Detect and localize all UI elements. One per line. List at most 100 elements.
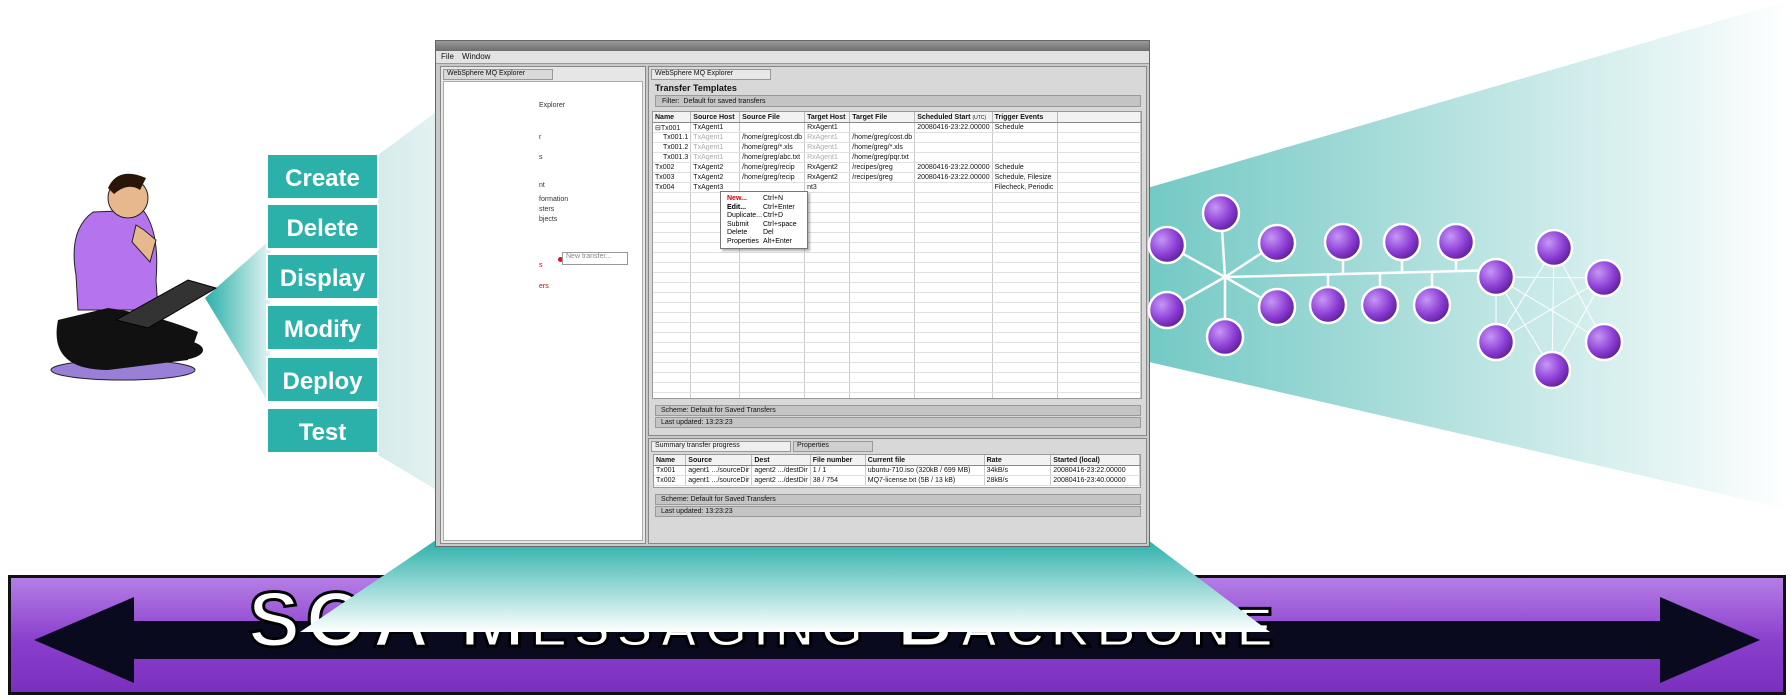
table-row[interactable]: ⊟Tx001 TxAgent1 RxAgent1 20080416-23:22.000… <box>653 122 1141 133</box>
table-cell <box>914 182 993 193</box>
templates-title: Transfer Templates <box>655 83 737 93</box>
menu-item-shortcut: Alt+Enter <box>763 237 792 245</box>
col-source-host[interactable]: Source Host <box>690 112 741 123</box>
empty-row <box>653 372 1141 383</box>
empty-row <box>653 262 1141 273</box>
tree-item[interactable]: bjects <box>539 216 557 223</box>
tree-item[interactable]: nt <box>539 182 545 189</box>
pcol-rate[interactable]: Rate <box>984 455 1052 466</box>
templates-table: Name Source Host Source File Target Host… <box>652 111 1142 399</box>
tree-item[interactable]: Explorer <box>539 102 565 109</box>
last-updated-status: Last updated: 13:23:23 <box>655 417 1141 428</box>
menu-window[interactable]: Window <box>462 52 490 61</box>
tab-mq-explorer-right[interactable]: WebSphere MQ Explorer <box>651 69 771 80</box>
last-updated-status-bottom: Last updated: 13:23:23 <box>655 506 1141 517</box>
tree-item[interactable]: r <box>539 134 541 141</box>
table-cell: Tx001.1 <box>653 132 692 143</box>
tab-properties[interactable]: Properties <box>793 441 873 452</box>
context-menu-item[interactable]: Duplicate... Ctrl+D <box>727 212 803 220</box>
tab-mq-explorer-left[interactable]: WebSphere MQ Explorer <box>443 69 553 80</box>
context-menu-item[interactable]: Properties Alt+Enter <box>727 238 803 246</box>
context-menu: New... Ctrl+N Edit... Ctrl+Enter Duplicate..… <box>720 191 808 249</box>
tree-item[interactable]: s <box>539 154 543 161</box>
table-cell <box>849 182 916 193</box>
table-cell: /home/greg/*.xls <box>849 142 916 153</box>
context-menu-item[interactable]: New... Ctrl+N <box>727 195 803 203</box>
table-cell: TxAgent1 <box>690 132 741 143</box>
modify-action[interactable]: Modify <box>266 304 379 351</box>
table-cell: Tx003 <box>653 172 692 183</box>
pcol-dest[interactable]: Dest <box>751 455 811 466</box>
progress-row[interactable]: Tx002 agent1 .../sourceDir agent2 .../dest… <box>654 475 1140 486</box>
transfer-progress-pane: Summary transfer progress Properties Nam… <box>648 438 1147 544</box>
window-titlebar[interactable] <box>436 41 1149 51</box>
table-cell: RxAgent1 <box>804 132 851 143</box>
pcol-started[interactable]: Started (local) <box>1050 455 1140 466</box>
display-action[interactable]: Display <box>266 253 379 300</box>
create-action[interactable]: Create <box>266 153 379 200</box>
person-with-laptop-illustration <box>50 173 218 381</box>
tree-item[interactable]: formation <box>539 196 568 203</box>
tree-item[interactable]: ers <box>539 283 549 290</box>
progress-row[interactable]: Tx001 agent1 .../sourceDir agent2 .../dest… <box>654 465 1140 476</box>
new-transfer-input[interactable]: New transfer... <box>562 252 628 265</box>
context-menu-item[interactable]: Submit Ctrl+space <box>727 221 803 229</box>
mq-explorer-window: File Window WebSphere MQ Explorer Explor… <box>435 40 1150 547</box>
pcol-source[interactable]: Source <box>685 455 753 466</box>
delete-action[interactable]: Delete <box>266 203 379 250</box>
progress-cell: 38 / 754 <box>810 475 866 486</box>
progress-cell: agent1 .../sourceDir <box>685 475 753 486</box>
table-cell <box>1057 122 1141 133</box>
table-cell: TxAgent1 <box>690 142 741 153</box>
table-row[interactable]: Tx002 TxAgent2/home/greg/recip RxAgent2/re… <box>653 162 1141 173</box>
table-cell <box>849 122 916 133</box>
filter-value: Default for saved transfers <box>683 98 766 105</box>
filter-bar[interactable]: Filter: Default for saved transfers <box>655 95 1141 107</box>
menu-item-shortcut: Ctrl+D <box>763 212 784 219</box>
col-target-file[interactable]: Target File <box>849 112 916 123</box>
context-menu-item[interactable]: Edit... Ctrl+Enter <box>727 204 803 212</box>
table-cell <box>914 132 993 143</box>
progress-cell: Tx001 <box>654 465 687 476</box>
table-row[interactable]: Tx001.2 TxAgent1/home/greg/*.xls RxAgent1/… <box>653 142 1141 153</box>
menu-item-label: Duplicate... <box>727 212 763 219</box>
context-menu-item[interactable]: Delete Del <box>727 229 803 237</box>
table-cell: RxAgent1 <box>804 142 851 153</box>
table-cell: TxAgent1 <box>690 122 741 133</box>
progress-cell: 20080416-23:40.00000 <box>1050 475 1140 486</box>
pcol-file-number[interactable]: File number <box>810 455 866 466</box>
table-cell: 20080416-23:22.00000 <box>914 122 993 133</box>
transfer-templates-pane: WebSphere MQ Explorer Transfer Templates… <box>648 66 1147 436</box>
tree-item[interactable]: s <box>539 262 543 269</box>
empty-row <box>653 332 1141 343</box>
empty-row <box>653 252 1141 263</box>
menu-item-shortcut: Del <box>763 229 774 236</box>
col-source-file[interactable]: Source File <box>739 112 806 123</box>
table-cell: /home/greg/abc.txt <box>739 152 806 163</box>
test-action[interactable]: Test <box>266 407 379 454</box>
progress-cell: ubuntu-710.iso (320kB / 699 MB) <box>865 465 985 476</box>
table-row[interactable]: Tx001.1 TxAgent1/home/greg/cost.db RxAgent… <box>653 132 1141 143</box>
col-name[interactable]: Name <box>653 112 692 123</box>
table-row[interactable]: Tx003 TxAgent2/home/greg/recip RxAgent2/re… <box>653 172 1141 183</box>
table-cell: RxAgent1 <box>804 152 851 163</box>
progress-cell: 34kB/s <box>984 465 1052 476</box>
table-cell <box>1057 152 1141 163</box>
tab-summary-progress[interactable]: Summary transfer progress <box>651 441 791 452</box>
col-scheduled-start[interactable]: Scheduled Start (UTC) <box>914 112 993 123</box>
empty-row <box>653 362 1141 373</box>
table-cell: TxAgent1 <box>690 152 741 163</box>
pcol-current-file[interactable]: Current file <box>865 455 985 466</box>
tree-item[interactable]: sters <box>539 206 554 213</box>
table-row[interactable]: Tx001.3 TxAgent1/home/greg/abc.txt RxAgent… <box>653 152 1141 163</box>
table-cell: /recipes/greg <box>849 172 916 183</box>
empty-row <box>653 312 1141 323</box>
table-cell: ⊟Tx001 <box>653 122 692 133</box>
menu-file[interactable]: File <box>441 52 454 61</box>
table-cell: Tx001.3 <box>653 152 692 163</box>
progress-cell: agent2 .../destDir <box>751 475 811 486</box>
col-trigger-events[interactable]: Trigger Events <box>992 112 1058 123</box>
pcol-name[interactable]: Name <box>654 455 687 466</box>
col-target-host[interactable]: Target Host <box>804 112 851 123</box>
deploy-action[interactable]: Deploy <box>266 356 379 403</box>
